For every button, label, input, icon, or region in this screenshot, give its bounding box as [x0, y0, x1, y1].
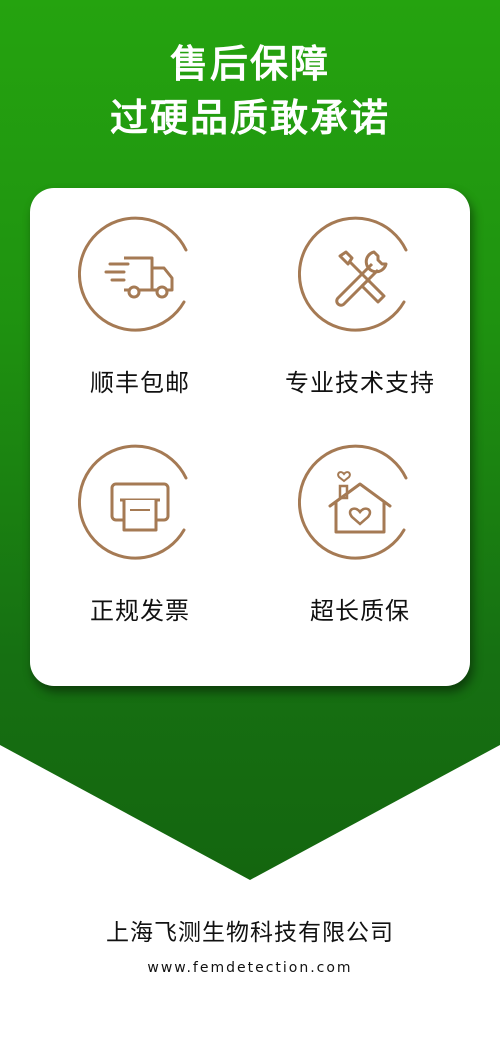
page-subtitle: 过硬品质敢承诺 — [109, 96, 390, 140]
delivery-truck-icon — [78, 216, 188, 332]
page-title: 售后保障 — [169, 42, 330, 86]
feature-official-invoice: 正规发票 — [30, 444, 250, 626]
feature-technical-support: 专业技术支持 — [250, 216, 470, 398]
tools-icon — [298, 216, 408, 332]
company-website: www.femdetection.com — [147, 960, 353, 976]
feature-label: 超长质保 — [310, 597, 410, 625]
feature-long-warranty: 超长质保 — [250, 444, 470, 626]
house-heart-icon — [298, 444, 408, 560]
feature-free-shipping: 顺丰包邮 — [30, 216, 250, 398]
feature-label: 正规发票 — [90, 597, 190, 625]
feature-label: 顺丰包邮 — [90, 369, 190, 397]
company-name: 上海飞测生物科技有限公司 — [106, 920, 394, 946]
service-card: 顺丰包邮 专业技术支持 正规发票 超长质保 — [30, 188, 470, 686]
invoice-printer-icon — [78, 444, 188, 560]
feature-label: 专业技术支持 — [285, 369, 435, 397]
